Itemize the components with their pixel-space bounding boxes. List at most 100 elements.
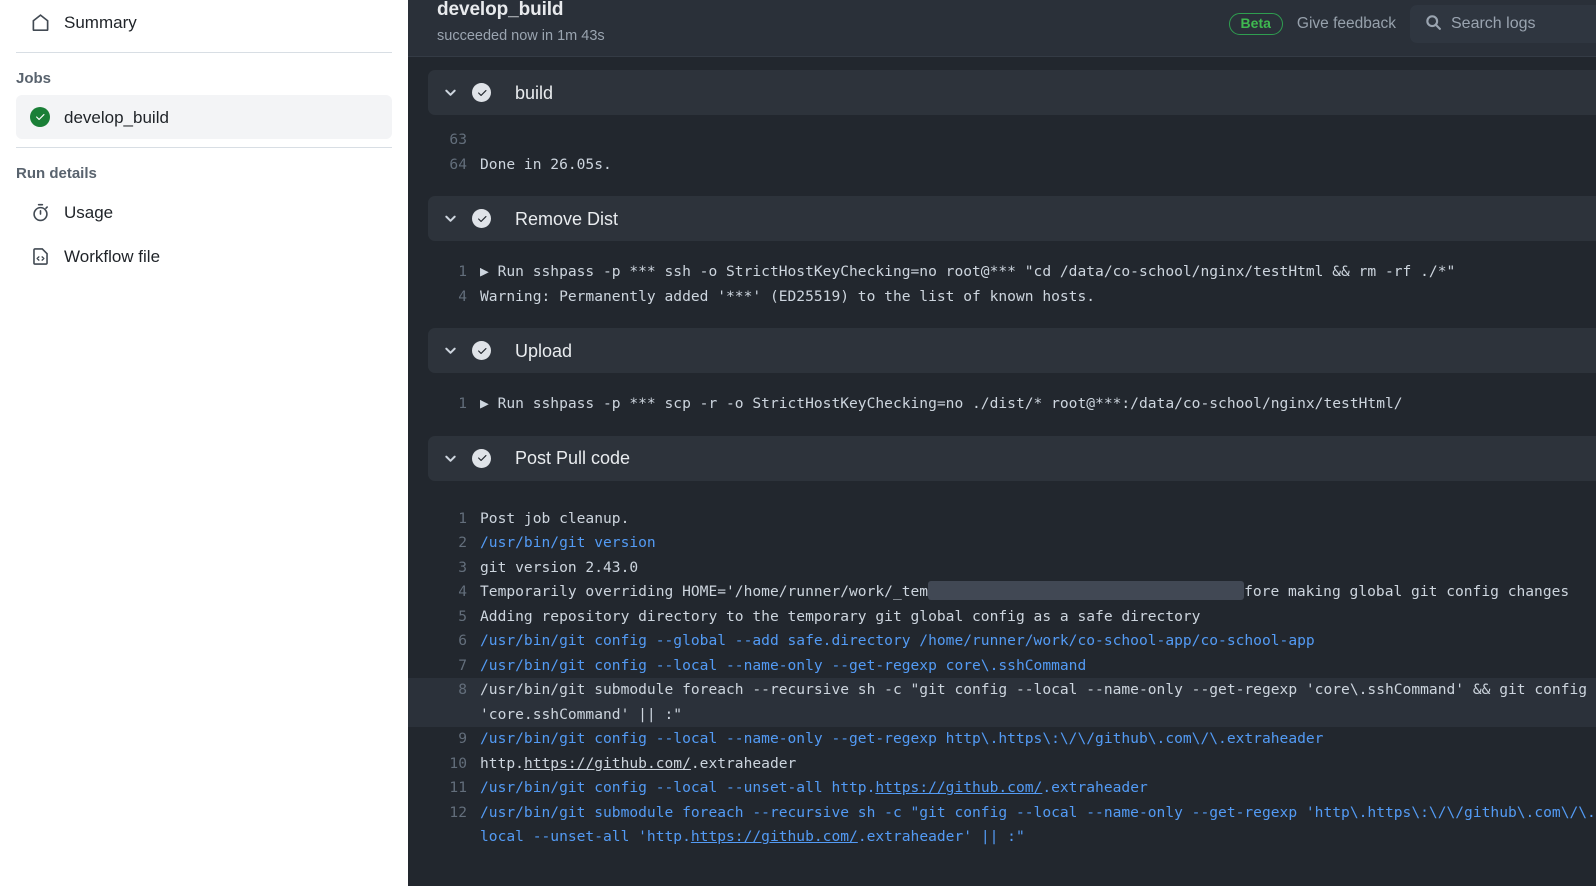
log-header-actions: Beta Give feedback Search logs bbox=[1228, 0, 1596, 43]
log-header-titles: develop_build succeeded now in 1m 43s bbox=[437, 0, 605, 43]
job-status-summary: succeeded now in 1m 43s bbox=[437, 28, 605, 44]
log-line-text: ▶ Run sshpass -p *** ssh -o StrictHostKe… bbox=[480, 263, 1456, 280]
workflow-file-icon bbox=[30, 246, 50, 266]
step-header-remove-dist[interactable]: Remove Dist bbox=[428, 196, 1596, 241]
beta-badge: Beta bbox=[1228, 13, 1283, 35]
github-url-link[interactable]: https://github.com/ bbox=[524, 755, 691, 772]
step-title: Post Pull code bbox=[515, 448, 631, 468]
log-line-number: 8 bbox=[458, 681, 467, 698]
log-line-continuation: 'core.sshCommand' || :" bbox=[408, 702, 1596, 727]
step-status-check-icon bbox=[472, 341, 491, 360]
log-line: 4 Warning: Permanently added '***' (ED25… bbox=[408, 285, 1596, 310]
step-title: Upload bbox=[515, 340, 573, 361]
log-cont-post: .extraheader' || :" bbox=[857, 828, 1025, 845]
step-title: build bbox=[515, 82, 554, 103]
log-line-text: /usr/bin/git submodule foreach --recursi… bbox=[480, 803, 1596, 821]
sidebar-item-usage[interactable]: Usage bbox=[16, 190, 392, 234]
chevron-down-icon[interactable] bbox=[428, 451, 472, 466]
step-header-build[interactable]: build bbox=[428, 70, 1596, 115]
step-title: Remove Dist bbox=[515, 208, 619, 229]
search-icon bbox=[1425, 14, 1442, 34]
step-header-upload[interactable]: Upload bbox=[428, 328, 1596, 373]
log-line-text-after: fore making global git config changes bbox=[1244, 583, 1570, 600]
log-line: 11 /usr/bin/git config --local --unset-a… bbox=[408, 776, 1596, 801]
sidebar-item-usage-label: Usage bbox=[64, 202, 114, 222]
search-logs-input[interactable]: Search logs bbox=[1410, 5, 1596, 43]
log-line: 1 Post job cleanup. bbox=[408, 507, 1596, 532]
log-line-number: 4 bbox=[458, 287, 467, 305]
log-line-text: /usr/bin/git config --local --unset-all … bbox=[480, 776, 1148, 801]
log-line: 1 ▶ Run sshpass -p *** scp -r -o StrictH… bbox=[408, 392, 1596, 417]
sidebar-item-summary-label: Summary bbox=[64, 12, 137, 32]
github-url-link[interactable]: https://github.com/ bbox=[875, 779, 1042, 796]
log-line-number: 3 bbox=[458, 558, 467, 576]
sidebar-item-workflow-file[interactable]: Workflow file bbox=[16, 234, 392, 278]
log-line-number: 6 bbox=[458, 632, 467, 649]
log-line: 9 /usr/bin/git config --local --name-onl… bbox=[408, 727, 1596, 752]
log-line-number: 1 bbox=[458, 395, 467, 412]
log-line: 64 Done in 26.05s. bbox=[408, 153, 1596, 178]
job-title: develop_build bbox=[437, 0, 564, 20]
chevron-down-icon[interactable] bbox=[428, 343, 472, 358]
step-header-complete-job[interactable]: Complete job bbox=[428, 876, 1596, 886]
log-line-number: 63 bbox=[449, 131, 467, 148]
success-check-icon bbox=[30, 107, 50, 127]
log-line-number: 2 bbox=[458, 534, 467, 551]
log-line-number: 1 bbox=[458, 263, 467, 280]
log-line-number: 9 bbox=[458, 730, 467, 747]
log-line: 63 bbox=[408, 128, 1596, 153]
step-header-post-pull-code[interactable]: Post Pull code bbox=[428, 435, 1596, 481]
log-line-number: 12 bbox=[449, 803, 467, 821]
log-line-number: 4 bbox=[458, 583, 467, 600]
step-log-lines-build: 63 64 Done in 26.05s. bbox=[408, 115, 1596, 196]
log-line-text: git version 2.43.0 bbox=[480, 558, 639, 576]
log-line-number: 5 bbox=[458, 607, 467, 625]
log-line: 3 git version 2.43.0 bbox=[408, 556, 1596, 581]
stopwatch-icon bbox=[30, 202, 50, 222]
log-line: 1 ▶ Run sshpass -p *** ssh -o StrictHost… bbox=[408, 260, 1596, 285]
log-text-pre: http. bbox=[480, 754, 524, 772]
log-line: 8 /usr/bin/git submodule foreach --recur… bbox=[408, 678, 1596, 703]
log-line-number: 1 bbox=[458, 509, 467, 527]
chevron-down-icon[interactable] bbox=[428, 211, 472, 226]
step-status-check-icon bbox=[472, 83, 491, 102]
log-line-text: http.https://github.com/.extraheader bbox=[480, 752, 796, 777]
home-icon bbox=[30, 12, 50, 32]
log-text-pre: /usr/bin/git config --local --unset-all … bbox=[480, 779, 876, 796]
chevron-down-icon[interactable] bbox=[428, 85, 472, 100]
step-log-lines-upload: 1 ▶ Run sshpass -p *** scp -r -o StrictH… bbox=[408, 373, 1596, 436]
log-line: 12 /usr/bin/git submodule foreach --recu… bbox=[408, 801, 1596, 826]
log-cont-pre: local --unset-all 'http. bbox=[480, 828, 691, 845]
log-line-continuation-text: 'core.sshCommand' || :" bbox=[480, 705, 683, 723]
log-text-post: .extraheader bbox=[1042, 779, 1148, 796]
log-line-number: 7 bbox=[458, 656, 467, 674]
log-line-text: /usr/bin/git config --global --add safe.… bbox=[480, 632, 1315, 649]
log-header: develop_build succeeded now in 1m 43s Be… bbox=[408, 0, 1596, 57]
log-line-number: 10 bbox=[449, 754, 467, 772]
log-line-text: Post job cleanup. bbox=[480, 509, 630, 527]
log-line-text: /usr/bin/git submodule foreach --recursi… bbox=[480, 681, 1596, 698]
log-line-text: /usr/bin/git config --local --name-only … bbox=[480, 656, 1087, 674]
log-line: 5 Adding repository directory to the tem… bbox=[408, 605, 1596, 630]
sidebar-item-workflow-file-label: Workflow file bbox=[64, 246, 161, 266]
give-feedback-link[interactable]: Give feedback bbox=[1297, 15, 1396, 33]
log-line: 4 Temporarily overriding HOME='/home/run… bbox=[408, 580, 1596, 605]
log-line-text: Adding repository directory to the tempo… bbox=[480, 607, 1201, 625]
log-line-text: /usr/bin/git version bbox=[480, 534, 656, 551]
log-line: 7 /usr/bin/git config --local --name-onl… bbox=[408, 654, 1596, 679]
sidebar-jobs-heading: Jobs bbox=[16, 70, 52, 87]
log-text-post: .extraheader bbox=[690, 754, 797, 772]
log-viewer: develop_build succeeded now in 1m 43s Be… bbox=[408, 0, 1596, 886]
log-line-text: /usr/bin/git config --local --name-only … bbox=[480, 730, 1324, 747]
github-url-link[interactable]: https://github.com/ bbox=[691, 828, 858, 845]
step-status-check-icon bbox=[472, 448, 491, 468]
sidebar-item-develop-build[interactable]: develop_build bbox=[16, 95, 392, 139]
log-line: 6 /usr/bin/git config --global --add saf… bbox=[408, 629, 1596, 654]
log-line-text: Done in 26.05s. bbox=[480, 155, 612, 173]
log-content: build 63 64 Done in 26.05s. Remove Dist bbox=[408, 57, 1596, 886]
step-log-lines-post-pull-code: 1 Post job cleanup. 2 /usr/bin/git versi… bbox=[408, 481, 1596, 876]
step-status-check-icon bbox=[472, 209, 491, 228]
log-line-continuation-text: local --unset-all 'http.https://github.c… bbox=[480, 825, 1025, 850]
log-line-number: 11 bbox=[449, 779, 467, 796]
sidebar-item-summary[interactable]: Summary bbox=[16, 0, 392, 44]
